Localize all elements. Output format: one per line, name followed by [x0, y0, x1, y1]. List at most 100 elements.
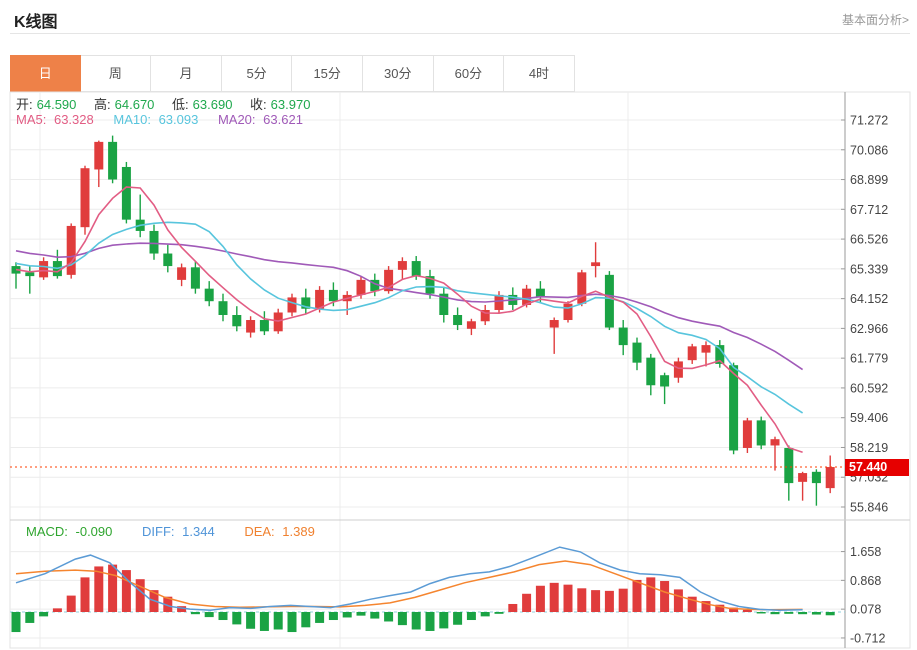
candle: [67, 223, 76, 278]
candle: [757, 417, 766, 450]
candle: [550, 318, 559, 354]
macd-histogram-bar: [67, 596, 76, 612]
macd-histogram-bar: [564, 585, 573, 612]
candle: [232, 306, 241, 331]
macd-histogram-bar: [81, 577, 90, 612]
dea-value: 1.389: [282, 524, 315, 539]
candle: [122, 162, 131, 223]
macd-histogram-bar: [384, 612, 393, 621]
candle: [633, 338, 642, 371]
macd-histogram-bar: [288, 612, 297, 632]
open-label: 开:: [16, 97, 33, 112]
candle: [163, 245, 172, 273]
ma10-line: [16, 222, 803, 413]
candle: [771, 437, 780, 471]
macd-label: MACD:: [26, 524, 68, 539]
candle: [605, 271, 614, 330]
candle: [108, 136, 117, 184]
ma5-label: MA5:: [16, 112, 46, 127]
candle: [53, 250, 62, 279]
macd-histogram-bar: [219, 612, 228, 620]
macd-histogram-bar: [108, 565, 117, 612]
candle: [591, 242, 600, 277]
macd-histogram-bar: [495, 612, 504, 614]
macd-histogram-bar: [329, 612, 338, 620]
ohlc-legend: 开:64.590 高:64.670 低:63.690 收:63.970: [16, 94, 324, 113]
macd-histogram-bar: [370, 612, 379, 619]
macd-histogram-bar: [12, 612, 21, 632]
macd-histogram-bar: [453, 612, 462, 625]
close-value: 63.970: [271, 97, 311, 112]
low-value: 63.690: [193, 97, 233, 112]
macd-histogram-bar: [343, 612, 352, 617]
candle: [702, 341, 711, 366]
grid-lines: [10, 92, 910, 648]
macd-histogram-bar: [798, 612, 807, 614]
open-value: 64.590: [37, 97, 77, 112]
candle: [798, 472, 807, 501]
macd-histogram-bar: [357, 612, 366, 616]
high-value: 64.670: [115, 97, 155, 112]
macd-histogram-bar: [481, 612, 490, 616]
macd-histogram-bar: [591, 590, 600, 612]
svg-text:58.219: 58.219: [850, 441, 888, 455]
svg-text:59.406: 59.406: [850, 411, 888, 425]
candle: [260, 311, 269, 335]
macd-histogram-bar: [674, 589, 683, 612]
candle: [343, 291, 352, 315]
candle: [12, 262, 21, 288]
macd-histogram-bar: [315, 612, 324, 623]
macd-histogram-bar: [757, 612, 766, 613]
macd-histogram-bar: [191, 612, 200, 614]
svg-text:61.779: 61.779: [850, 352, 888, 366]
candle: [191, 261, 200, 294]
candle: [301, 289, 310, 314]
ma10-label: MA10:: [113, 112, 151, 127]
candle: [495, 291, 504, 314]
svg-text:60.592: 60.592: [850, 381, 888, 395]
macd-histogram-bar: [550, 583, 559, 612]
macd-histogram-bar: [439, 612, 448, 628]
diff-line: [16, 547, 803, 610]
macd-histogram-bar: [536, 586, 545, 612]
candle: [150, 225, 159, 260]
macd-histogram-bar: [205, 612, 214, 617]
candle: [205, 281, 214, 306]
candle: [826, 456, 835, 494]
candlesticks: [12, 136, 835, 506]
candle: [784, 445, 793, 500]
candle: [453, 307, 462, 330]
ma20-value: 63.621: [263, 112, 303, 127]
macd-value: -0.090: [76, 524, 113, 539]
svg-text:70.086: 70.086: [850, 143, 888, 157]
macd-histogram-bar: [812, 612, 821, 615]
candle: [619, 320, 628, 355]
macd-histogram-bar: [784, 612, 793, 614]
svg-text:68.899: 68.899: [850, 173, 888, 187]
macd-histogram-bar: [25, 612, 34, 623]
candle: [439, 287, 448, 322]
svg-text:71.272: 71.272: [850, 114, 888, 128]
macd-legend: MACD: -0.090 DIFF: 1.344 DEA: 1.389: [26, 524, 323, 539]
macd-histogram-bar: [619, 589, 628, 612]
high-label: 高:: [94, 97, 111, 112]
macd-histogram-bar: [301, 612, 310, 627]
ma10-value: 63.093: [159, 112, 199, 127]
candle: [508, 287, 517, 310]
macd-histogram-bar: [467, 612, 476, 620]
macd-histogram-bar: [605, 591, 614, 612]
svg-text:66.526: 66.526: [850, 233, 888, 247]
macd-histogram-bar: [232, 612, 241, 624]
candle: [94, 141, 103, 187]
candle: [398, 257, 407, 280]
macd-histogram-bar: [826, 612, 835, 615]
svg-text:55.846: 55.846: [850, 501, 888, 515]
candle: [467, 319, 476, 335]
svg-text:65.339: 65.339: [850, 262, 888, 276]
macd-histogram-bar: [39, 612, 48, 616]
macd-histogram-bar: [508, 604, 517, 612]
candle: [688, 344, 697, 364]
svg-text:1.658: 1.658: [850, 545, 881, 559]
macd-histogram-bar: [274, 612, 283, 629]
candle: [219, 294, 228, 322]
